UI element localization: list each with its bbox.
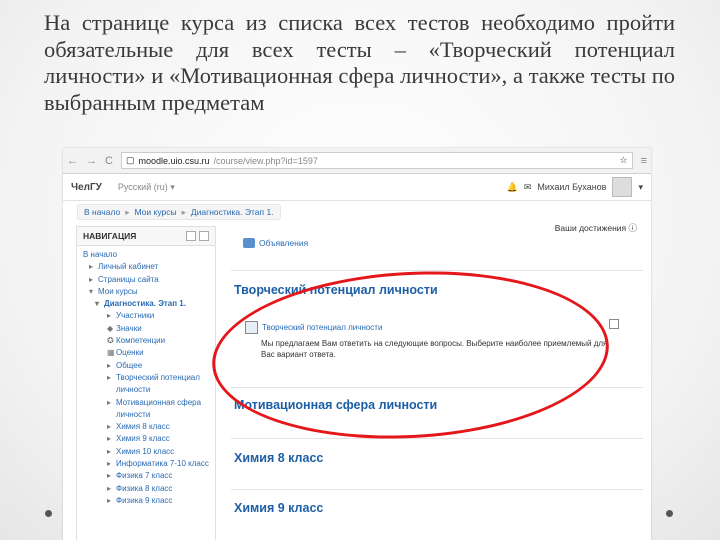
nav-item-my-courses[interactable]: ▾ Мои курсы <box>83 286 209 298</box>
nav-item-informatics[interactable]: ▸ Информатика 7-10 класс <box>83 458 209 470</box>
avatar <box>612 177 633 197</box>
back-icon[interactable]: ← <box>67 155 78 167</box>
site-brand[interactable]: ЧелГУ <box>71 182 102 193</box>
bullet-icon: ▸ <box>107 397 112 407</box>
url-field[interactable]: ▢ moodle.uio.csu.ru/course/view.php?id=1… <box>120 152 633 169</box>
breadcrumb-sep-icon: ▸ <box>125 206 130 217</box>
url-path: /course/view.php?id=1597 <box>213 155 318 166</box>
forward-icon[interactable]: → <box>86 155 97 167</box>
breadcrumb-sep-icon: ▸ <box>181 206 186 217</box>
nav-item-competencies[interactable]: ✪ Компетенции <box>83 335 209 347</box>
nav-item-chem8[interactable]: ▸ Химия 8 класс <box>83 421 209 433</box>
bullet-icon: ▸ <box>107 372 112 382</box>
forum-icon <box>243 238 255 248</box>
navigation-header: НАВИГАЦИЯ <box>77 227 215 246</box>
bullet-icon: ▸ <box>107 311 112 321</box>
news-forum-link[interactable]: Объявления <box>243 238 308 248</box>
badge-icon: ◆ <box>107 323 114 333</box>
nav-item-general[interactable]: ▸ Общее <box>83 360 209 372</box>
bullet-icon: ▸ <box>107 483 112 493</box>
nav-item-motivation[interactable]: ▸ Мотивационная сфера личности <box>83 397 209 422</box>
bullet-icon: ▸ <box>107 495 112 505</box>
section-chem8: Химия 8 класс <box>231 438 643 490</box>
chevron-down-icon: ▾ <box>638 181 643 192</box>
nav-item-site-pages[interactable]: ▸ Страницы сайта <box>83 274 209 286</box>
bullet-dot-right <box>666 510 673 517</box>
nav-item-phys7[interactable]: ▸ Физика 7 класс <box>83 470 209 482</box>
user-name: Михаил Буханов <box>537 182 607 192</box>
navigation-title: НАВИГАЦИЯ <box>83 231 137 241</box>
navigation-list: В начало ▸ Личный кабинет ▸ Страницы сайта… <box>77 246 215 510</box>
reload-icon[interactable]: C <box>105 155 113 167</box>
page-icon: ▢ <box>125 155 135 165</box>
nav-item-home[interactable]: В начало <box>83 249 209 261</box>
achievements-link[interactable]: Ваши достижения ⓘ <box>555 222 637 234</box>
bullet-icon: ▸ <box>89 274 94 284</box>
grades-icon: ▦ <box>107 348 115 358</box>
breadcrumb-home[interactable]: В начало <box>84 207 120 217</box>
site-header: ЧелГУ Русский (ru) ▾ 🔔 ✉ Михаил Буханов … <box>63 174 651 201</box>
bullet-icon: ▸ <box>107 446 112 456</box>
nav-item-phys8[interactable]: ▸ Физика 8 класс <box>83 483 209 495</box>
nav-item-dashboard[interactable]: ▸ Личный кабинет <box>83 261 209 273</box>
nav-item-grades[interactable]: ▦ Оценки <box>83 347 209 359</box>
nav-item-badges[interactable]: ◆ Значки <box>83 323 209 335</box>
competency-icon: ✪ <box>107 336 114 346</box>
breadcrumb-my-courses[interactable]: Мои курсы <box>135 207 177 217</box>
slide-caption: На странице курса из списка всех тестов … <box>44 10 675 115</box>
news-label: Объявления <box>259 238 309 248</box>
bullet-dot-left <box>45 510 52 517</box>
nav-item-chem10[interactable]: ▸ Химия 10 класс <box>83 446 209 458</box>
section-title[interactable]: Химия 8 класс <box>234 451 323 465</box>
notifications-icon[interactable]: 🔔 <box>507 182 518 193</box>
bullet-icon: ▸ <box>107 434 112 444</box>
nav-item-chem9[interactable]: ▸ Химия 9 класс <box>83 433 209 445</box>
menu-icon[interactable]: ≡ <box>641 155 647 167</box>
dock-icon[interactable] <box>199 231 209 241</box>
expand-icon: ▾ <box>89 286 94 296</box>
nav-item-course[interactable]: ▾ Диагностика. Этап 1. <box>83 298 209 310</box>
nav-item-creative-potential[interactable]: ▸ Творческий потенциал личности <box>83 372 209 397</box>
bullet-icon: ▸ <box>107 459 112 469</box>
breadcrumb-course[interactable]: Диагностика. Этап 1. <box>191 207 274 217</box>
bullet-icon: ▸ <box>107 471 112 481</box>
url-host: moodle.uio.csu.ru <box>138 155 210 166</box>
bullet-icon: ▸ <box>89 262 94 272</box>
section-chem9: Химия 9 класс <box>231 489 643 540</box>
star-icon[interactable]: ☆ <box>620 155 628 166</box>
breadcrumb: В начало ▸ Мои курсы ▸ Диагностика. Этап… <box>77 204 281 220</box>
language-select[interactable]: Русский (ru) ▾ <box>118 182 175 193</box>
bullet-icon: ▸ <box>107 360 112 370</box>
nav-item-participants[interactable]: ▸ Участники <box>83 310 209 322</box>
nav-item-phys9[interactable]: ▸ Физика 9 класс <box>83 495 209 507</box>
collapse-icon[interactable] <box>186 231 196 241</box>
expand-icon: ▾ <box>95 299 100 309</box>
section-title[interactable]: Химия 9 класс <box>234 501 323 515</box>
user-menu[interactable]: 🔔 ✉ Михаил Буханов ▾ <box>507 177 643 197</box>
address-bar: ← → C ▢ moodle.uio.csu.ru/course/view.ph… <box>63 148 651 174</box>
completion-checkbox[interactable] <box>609 319 619 329</box>
bullet-icon: ▸ <box>107 422 112 432</box>
navigation-block: НАВИГАЦИЯ В начало ▸ Личный кабинет ▸ Стра… <box>76 226 216 540</box>
messages-icon[interactable]: ✉ <box>524 182 532 193</box>
